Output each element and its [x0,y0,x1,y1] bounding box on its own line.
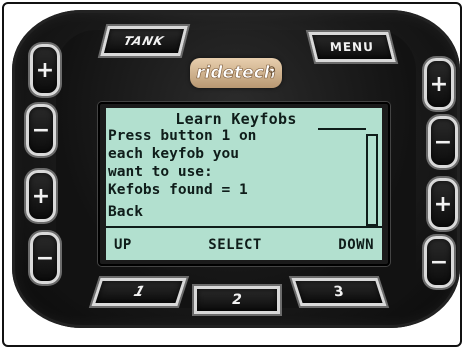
button-2[interactable]: 2 [194,286,280,314]
left-minus-button-2[interactable]: − [30,232,60,284]
lcd-title: Learn Keyfobs [175,110,297,128]
right-minus-button-2[interactable]: − [424,236,454,288]
back-menu-item[interactable]: Back [108,204,143,220]
button-2-label: 2 [232,292,242,308]
right-plus-button-2[interactable]: + [428,178,458,230]
tank-button-label: TANK [122,34,166,48]
lcd-line-4: Kefobs found = 1 [108,182,248,198]
softkey-select[interactable]: SELECT [208,237,262,253]
title-underline [318,128,366,130]
minus-icon: − [429,249,449,275]
minus-icon: − [433,129,453,155]
lcd-line-1: Press button 1 on [108,128,257,144]
tank-button[interactable]: TANK [100,26,188,56]
softkey-up[interactable]: UP [114,237,132,253]
softkey-divider [106,226,382,228]
menu-button[interactable]: MENU [308,32,396,62]
lcd-scrollbar [366,134,378,226]
left-plus-button-1[interactable]: + [30,44,60,96]
lcd-screen: Learn Keyfobs Press button 1 on each key… [106,108,382,260]
button-3[interactable]: 3 [291,278,387,306]
right-plus-button-1[interactable]: + [424,58,454,110]
brand-name: ridetech [196,62,276,83]
button-1[interactable]: 1 [91,278,187,306]
softkey-bar: UP SELECT DOWN [106,230,382,260]
menu-button-label: MENU [328,40,376,54]
softkey-down[interactable]: DOWN [338,237,374,253]
brand-logo: ridetech ⚲ [190,58,282,88]
lcd-line-3: want to use: [108,164,213,180]
plus-icon: + [429,71,449,97]
right-minus-button-1[interactable]: − [428,116,458,168]
minus-icon: − [31,117,51,143]
minus-icon: − [35,245,55,271]
button-1-label: 1 [131,284,147,300]
button-3-label: 3 [331,284,347,300]
left-minus-button-1[interactable]: − [26,104,56,156]
photo-frame: TANK MENU ridetech ⚲ + − + − + − + − Lea… [2,2,462,347]
plus-icon: + [31,183,51,209]
left-plus-button-2[interactable]: + [26,170,56,222]
lcd-line-2: each keyfob you [108,146,239,162]
plus-icon: + [35,57,55,83]
lcd-bezel: Learn Keyfobs Press button 1 on each key… [98,102,390,266]
figure-icon: ⚲ [267,64,276,78]
controller-device: TANK MENU ridetech ⚲ + − + − + − + − Lea… [12,10,460,328]
plus-icon: + [433,191,453,217]
